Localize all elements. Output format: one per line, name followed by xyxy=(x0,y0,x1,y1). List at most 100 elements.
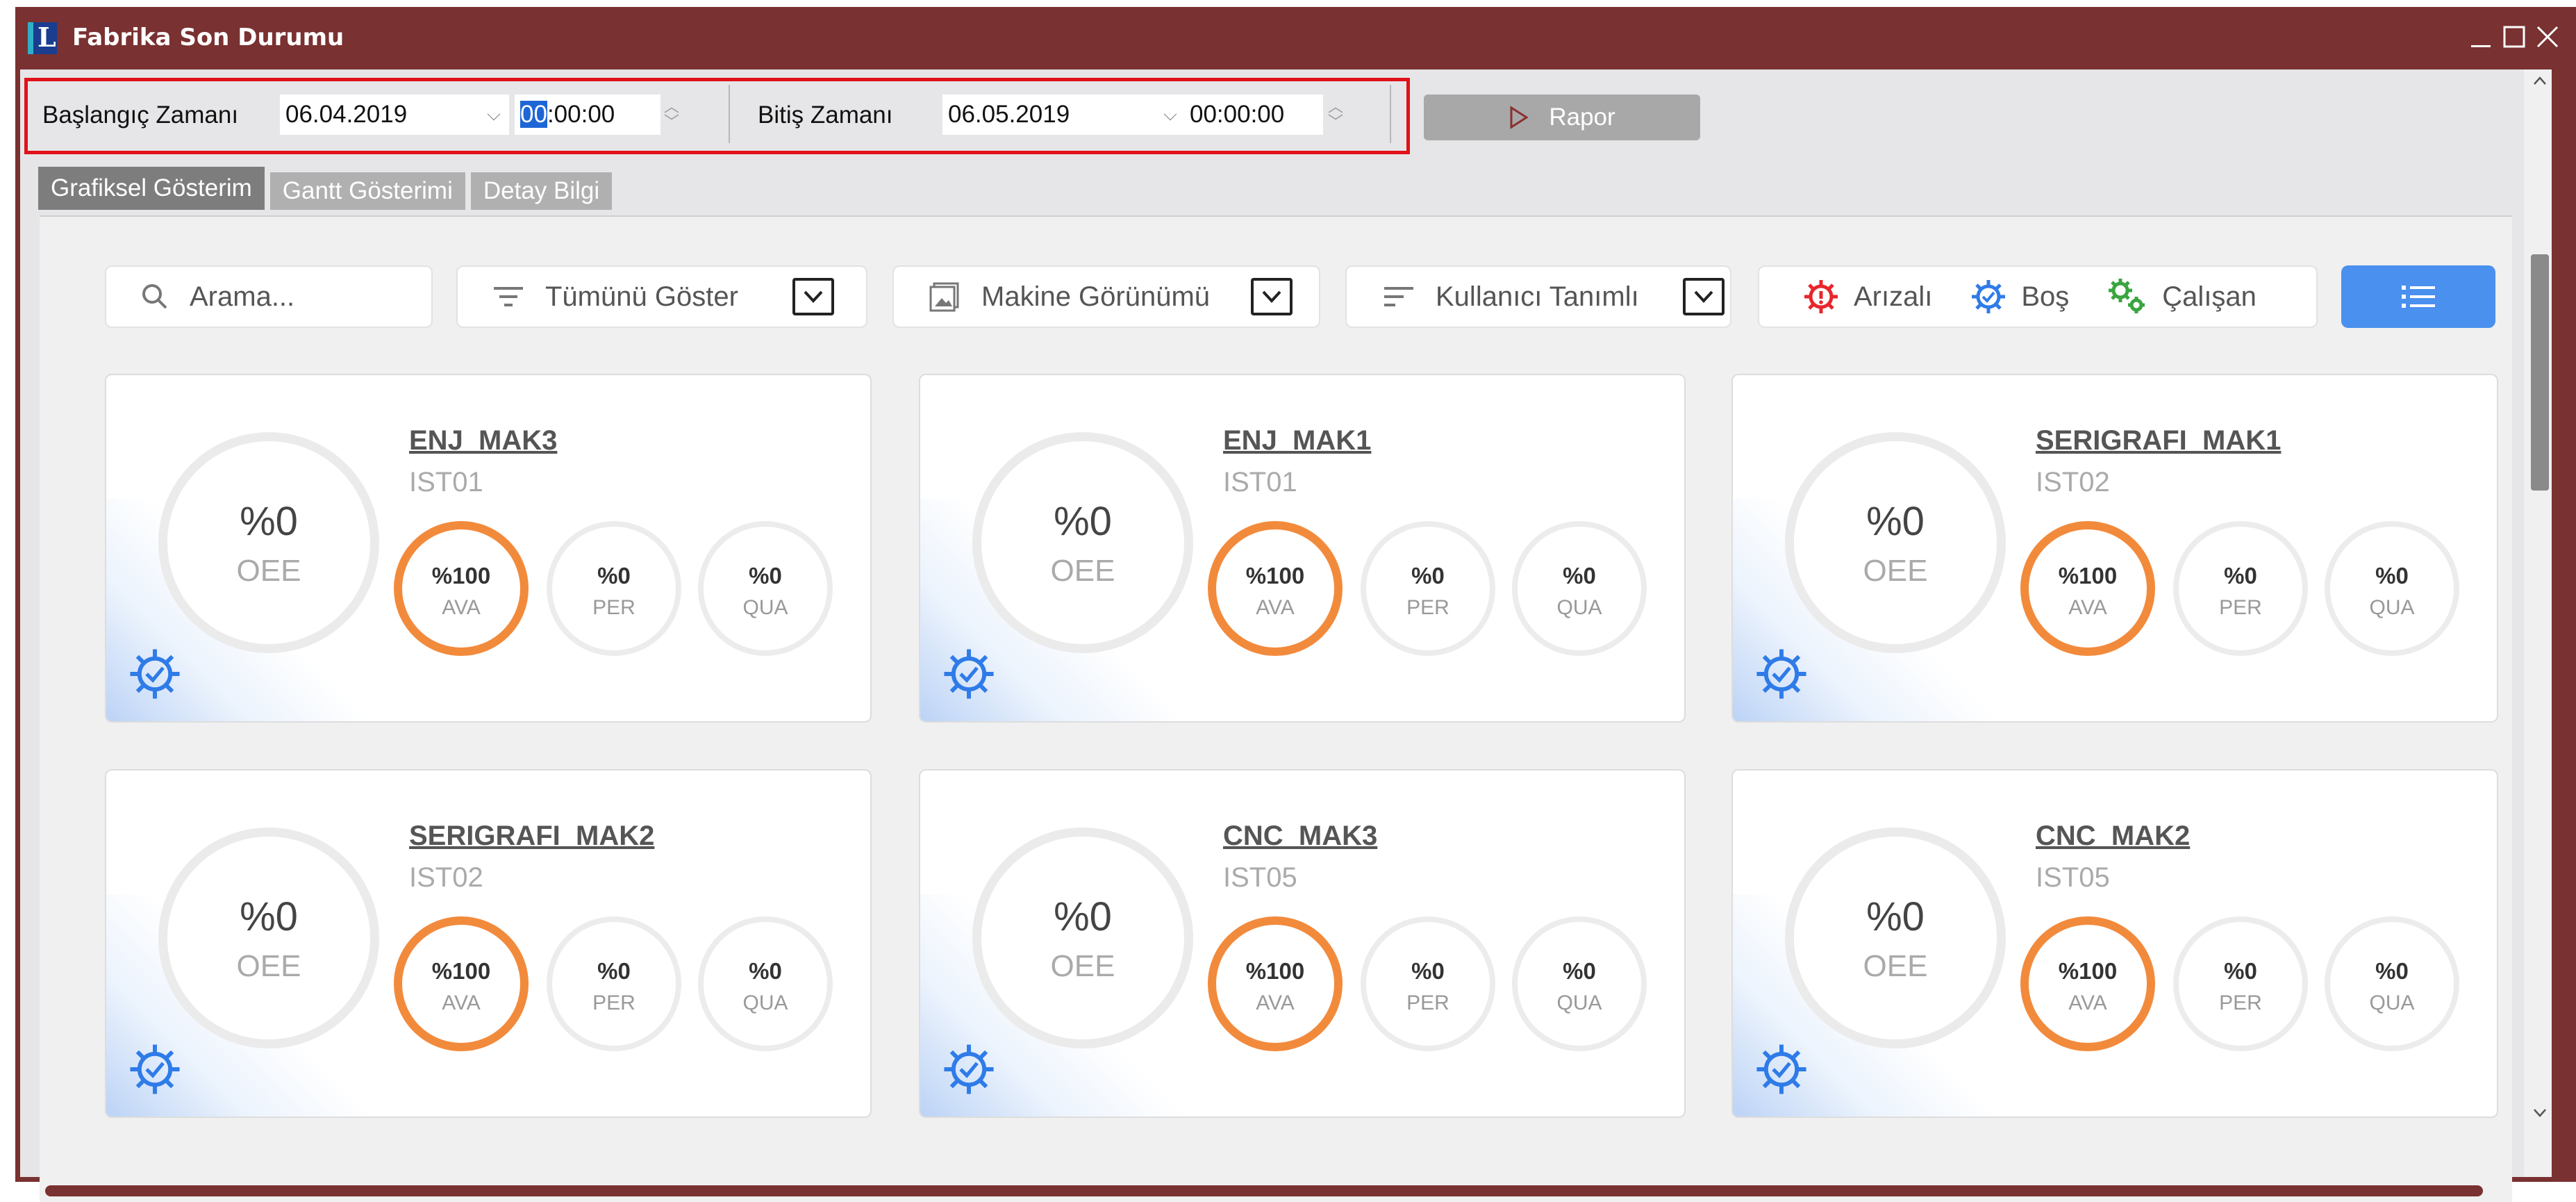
availability-value: %100 xyxy=(431,563,491,588)
machine-card[interactable]: %0 OEE ENJ_MAK1 IST01 %100 AVA %0 PER %0 QUA xyxy=(919,374,1686,723)
availability-gauge: %100 AVA xyxy=(394,521,529,656)
quality-label: QUA xyxy=(2369,596,2415,619)
quality-gauge: %0 QUA xyxy=(2325,521,2459,656)
minimize-icon xyxy=(2471,45,2491,47)
machine-name-link[interactable]: SERIGRAFI_MAK1 xyxy=(2036,425,2281,456)
machine-card[interactable]: %0 OEE SERIGRAFI_MAK1 IST02 %100 AVA %0 PER %0 QU… xyxy=(1731,374,2498,723)
oee-label: OEE xyxy=(1050,554,1115,588)
list-view-button[interactable] xyxy=(2341,265,2495,328)
start-date-value: 06.04.2019 xyxy=(285,101,408,128)
availability-label: AVA xyxy=(1256,596,1295,619)
idle-status-gear-icon xyxy=(1754,1042,1809,1097)
client-area: Başlangıç Zamanı 06.04.2019 ⌵ 00:00:00 ︿… xyxy=(20,69,2524,1202)
performance-label: PER xyxy=(592,991,635,1014)
quality-label: QUA xyxy=(1556,991,1602,1014)
sort-dropdown[interactable]: Kullanıcı Tanımlı xyxy=(1345,265,1731,328)
status-faulty-label: Arızalı xyxy=(1854,281,1933,312)
availability-value: %100 xyxy=(431,958,491,984)
status-legend: Arızalı Boş Çalışan xyxy=(1758,265,2318,328)
filter-dropdown[interactable]: Tümünü Göster xyxy=(456,265,867,328)
oee-label: OEE xyxy=(1863,949,1928,983)
view-dropdown[interactable]: Makine Görünümü xyxy=(892,265,1320,328)
machine-name-link[interactable]: CNC_MAK2 xyxy=(2036,821,2190,852)
spin-up-icon: ︿ xyxy=(663,98,679,115)
performance-value: %0 xyxy=(2224,958,2257,984)
availability-label: AVA xyxy=(1256,991,1295,1014)
performance-gauge: %0 PER xyxy=(1361,521,1495,656)
search-box[interactable]: Arama... xyxy=(105,265,433,328)
end-time-input[interactable]: 00:00:00 xyxy=(1184,94,1323,135)
tab-gantt[interactable]: Gantt Gösterimi xyxy=(269,172,465,210)
idle-status-gear-icon xyxy=(127,646,183,702)
filter-icon xyxy=(494,287,523,306)
sort-icon xyxy=(1384,287,1413,306)
end-time-spinner[interactable]: ︿ ﹀ xyxy=(1322,93,1349,136)
start-time-rest: :00:00 xyxy=(547,101,615,128)
availability-gauge: %100 AVA xyxy=(394,916,529,1051)
status-idle[interactable]: Boş xyxy=(1970,278,2069,315)
performance-value: %0 xyxy=(1411,563,1445,588)
performance-value: %0 xyxy=(597,958,631,984)
start-date-picker[interactable]: 06.04.2019 ⌵ xyxy=(280,94,509,135)
view-value: Makine Görünümü xyxy=(981,281,1211,312)
image-icon xyxy=(929,282,959,312)
station-code: IST05 xyxy=(2036,862,2110,893)
report-button-label: Rapor xyxy=(1549,104,1615,131)
tab-graphical[interactable]: Grafiksel Gösterim xyxy=(38,167,265,210)
machine-name-link[interactable]: ENJ_MAK3 xyxy=(409,425,557,456)
machine-card[interactable]: %0 OEE CNC_MAK3 IST05 %100 AVA %0 PER %0 QUA xyxy=(919,769,1686,1118)
end-date-value: 06.05.2019 xyxy=(948,101,1070,128)
machine-name-link[interactable]: SERIGRAFI_MAK2 xyxy=(409,821,654,852)
quality-label: QUA xyxy=(1556,596,1602,619)
tab-detail[interactable]: Detay Bilgi xyxy=(470,172,613,210)
availability-label: AVA xyxy=(442,991,481,1014)
machine-card[interactable]: %0 OEE SERIGRAFI_MAK2 IST02 %100 AVA %0 PER %0 QU… xyxy=(105,769,872,1118)
start-time-spinner[interactable]: ︿ ﹀ xyxy=(658,93,685,136)
chevron-down-icon xyxy=(1251,278,1293,315)
faulty-gear-icon xyxy=(1804,280,1838,313)
machine-name-link[interactable]: CNC_MAK3 xyxy=(1223,821,1377,852)
performance-label: PER xyxy=(2219,991,2262,1014)
report-button[interactable]: Rapor xyxy=(1424,94,1700,140)
filter-value: Tümünü Göster xyxy=(545,281,738,312)
performance-label: PER xyxy=(1406,991,1449,1014)
machine-card[interactable]: %0 OEE ENJ_MAK3 IST01 %100 AVA %0 PER %0 QUA xyxy=(105,374,872,723)
search-placeholder: Arama... xyxy=(190,281,295,312)
availability-value: %100 xyxy=(2058,958,2118,984)
scroll-up-icon[interactable] xyxy=(2532,75,2548,86)
search-icon xyxy=(142,284,167,309)
close-button[interactable] xyxy=(2530,19,2565,54)
oee-label: OEE xyxy=(236,949,301,983)
oee-label: OEE xyxy=(236,554,301,588)
maximize-button[interactable] xyxy=(2497,19,2532,54)
machine-card[interactable]: %0 OEE CNC_MAK2 IST05 %100 AVA %0 PER %0 QUA xyxy=(1731,769,2498,1118)
quality-gauge: %0 QUA xyxy=(2325,916,2459,1051)
end-date-picker[interactable]: 06.05.2019 ⌵ xyxy=(942,94,1186,135)
dashboard-content: Arama... Tümünü Göster Makine Görünümü K… xyxy=(40,215,2512,1177)
oee-gauge: %0 OEE xyxy=(972,828,1193,1048)
status-faulty[interactable]: Arızalı xyxy=(1802,278,1932,315)
app-logo-icon: L xyxy=(28,22,57,54)
vertical-scroll-thumb[interactable] xyxy=(2531,254,2549,491)
oee-value: %0 xyxy=(1866,894,1925,939)
status-running[interactable]: Çalışan xyxy=(2106,277,2257,317)
idle-status-gear-icon xyxy=(1754,646,1809,702)
quality-gauge: %0 QUA xyxy=(698,521,833,656)
oee-value: %0 xyxy=(240,499,298,544)
end-time-value: 00:00:00 xyxy=(1190,101,1285,128)
oee-gauge: %0 OEE xyxy=(158,828,379,1048)
machine-name-link[interactable]: ENJ_MAK1 xyxy=(1223,425,1371,456)
quality-value: %0 xyxy=(1563,958,1596,984)
quality-gauge: %0 QUA xyxy=(1512,521,1647,656)
horizontal-scrollbar[interactable] xyxy=(40,1177,2512,1202)
quality-value: %0 xyxy=(1563,563,1596,588)
performance-label: PER xyxy=(1406,596,1449,619)
vertical-scrollbar[interactable] xyxy=(2524,69,2552,1177)
scroll-down-icon[interactable] xyxy=(2532,1108,2548,1119)
minimize-button[interactable] xyxy=(2463,19,2498,54)
horizontal-scroll-thumb[interactable] xyxy=(45,1185,2483,1196)
quality-gauge: %0 QUA xyxy=(698,916,833,1051)
station-code: IST02 xyxy=(2036,467,2110,497)
start-time-input[interactable]: 00:00:00 xyxy=(515,94,660,135)
station-code: IST01 xyxy=(409,467,483,497)
